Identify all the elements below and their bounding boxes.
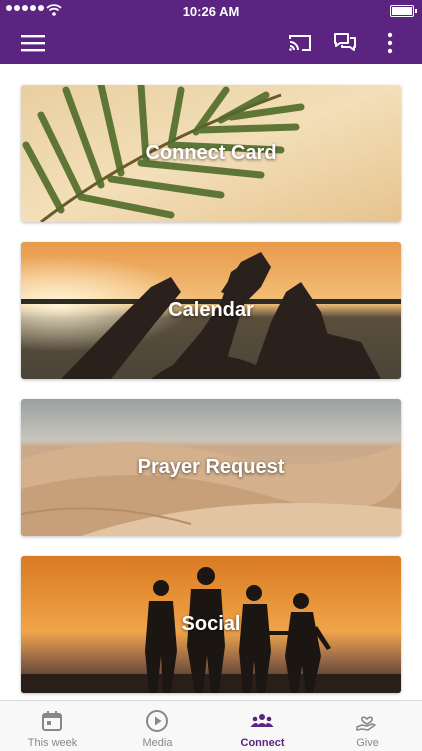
tab-label: Connect [240, 737, 285, 749]
tab-this-week[interactable]: This week [0, 701, 105, 751]
connect-card-tile[interactable]: Connect Card [21, 85, 401, 222]
giving-hand-icon [356, 716, 376, 731]
calendar-icon [42, 711, 62, 731]
status-time: 10:26 AM [182, 4, 240, 19]
cast-icon [289, 35, 311, 51]
play-circle-icon [146, 710, 168, 732]
card-label: Connect Card [145, 142, 277, 164]
tab-media[interactable]: Media [105, 701, 210, 751]
calendar-tile[interactable]: Calendar [21, 242, 401, 379]
status-bar: 10:26 AM [0, 0, 422, 22]
people-icon [250, 714, 274, 727]
bottom-tab-bar: This week Media Connect Give [0, 700, 422, 751]
tab-label: Give [356, 737, 379, 749]
app-bar [0, 22, 422, 64]
social-tile[interactable]: Social [21, 556, 401, 693]
menu-icon [21, 35, 45, 52]
tab-label: This week [27, 737, 78, 749]
chat-button[interactable] [331, 30, 359, 56]
card-label: Prayer Request [137, 456, 285, 478]
more-options-button[interactable] [376, 30, 404, 56]
card-label: Social [181, 613, 241, 635]
more-vert-icon [387, 32, 393, 54]
tab-label: Media [142, 737, 173, 749]
prayer-request-tile[interactable]: Prayer Request [21, 399, 401, 536]
battery-icon [390, 5, 417, 17]
chat-icon [334, 33, 356, 51]
tab-give[interactable]: Give [315, 701, 420, 751]
card-label: Calendar [168, 299, 254, 321]
tab-connect[interactable]: Connect [210, 701, 315, 751]
cast-button[interactable] [286, 30, 314, 56]
menu-button[interactable] [19, 30, 47, 56]
